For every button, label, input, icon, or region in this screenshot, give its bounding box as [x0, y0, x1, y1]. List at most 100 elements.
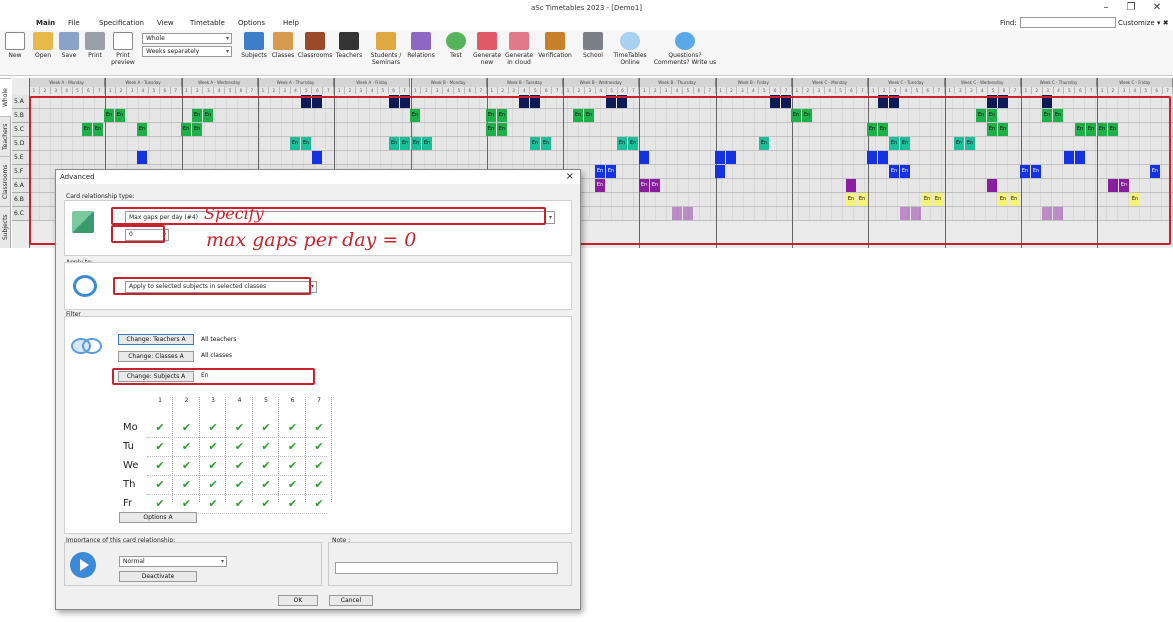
- note-input[interactable]: [335, 562, 558, 574]
- available-check-icon[interactable]: ✔: [283, 478, 303, 492]
- available-check-icon[interactable]: ✔: [230, 459, 250, 473]
- generate-cloud-button[interactable]: Generate in cloud: [502, 30, 536, 66]
- minimize-icon[interactable]: –: [1095, 0, 1117, 16]
- customize-menu[interactable]: Customize ▾ ✖: [1118, 16, 1169, 30]
- tab-subjects[interactable]: Subjects: [0, 206, 11, 248]
- importance-select[interactable]: Normal: [119, 556, 227, 567]
- class-row-label[interactable]: 5.D: [12, 137, 29, 151]
- available-check-icon[interactable]: ✔: [283, 440, 303, 454]
- menu-help[interactable]: Help: [283, 16, 299, 30]
- menu-view[interactable]: View: [157, 16, 174, 30]
- available-check-icon[interactable]: ✔: [150, 497, 170, 511]
- save-button[interactable]: Save: [58, 30, 80, 59]
- school-button[interactable]: School: [578, 30, 608, 59]
- verification-button[interactable]: Verification: [535, 30, 575, 59]
- available-check-icon[interactable]: ✔: [203, 459, 223, 473]
- dialog-close-icon[interactable]: ×: [566, 170, 574, 184]
- day-label[interactable]: We: [123, 460, 138, 471]
- available-check-icon[interactable]: ✔: [203, 497, 223, 511]
- find-input[interactable]: [1020, 17, 1116, 28]
- open-button[interactable]: Open: [30, 30, 56, 59]
- tab-classrooms[interactable]: Classrooms: [0, 156, 11, 206]
- available-check-icon[interactable]: ✔: [203, 421, 223, 435]
- period-number[interactable]: 6: [283, 397, 303, 404]
- deactivate-button[interactable]: Deactivate: [119, 571, 197, 582]
- timetables-online-button[interactable]: TimeTables Online: [611, 30, 649, 66]
- available-check-icon[interactable]: ✔: [150, 478, 170, 492]
- available-check-icon[interactable]: ✔: [230, 478, 250, 492]
- day-label[interactable]: Fr: [123, 498, 132, 509]
- class-row-label[interactable]: 6.B: [12, 193, 29, 207]
- available-check-icon[interactable]: ✔: [177, 421, 197, 435]
- available-check-icon[interactable]: ✔: [150, 459, 170, 473]
- generate-new-button[interactable]: Generate new: [470, 30, 504, 66]
- available-check-icon[interactable]: ✔: [177, 478, 197, 492]
- students-button[interactable]: Students / Seminars: [367, 30, 405, 66]
- day-label[interactable]: Tu: [123, 441, 134, 452]
- available-check-icon[interactable]: ✔: [150, 440, 170, 454]
- questions-button[interactable]: Questions? Comments? Write us: [650, 30, 720, 66]
- period-number[interactable]: 5: [256, 397, 276, 404]
- class-row-label[interactable]: 5.E: [12, 151, 29, 165]
- available-check-icon[interactable]: ✔: [203, 478, 223, 492]
- available-check-icon[interactable]: ✔: [256, 497, 276, 511]
- menu-file[interactable]: File: [68, 16, 80, 30]
- options-button[interactable]: Options A: [119, 512, 197, 523]
- menu-options[interactable]: Options: [238, 16, 265, 30]
- period-number[interactable]: 3: [203, 397, 223, 404]
- teachers-button[interactable]: Teachers: [334, 30, 364, 59]
- relations-button[interactable]: Relations: [405, 30, 437, 59]
- available-check-icon[interactable]: ✔: [256, 440, 276, 454]
- restore-icon[interactable]: ❐: [1120, 0, 1142, 16]
- classrooms-button[interactable]: Classrooms: [297, 30, 333, 59]
- available-check-icon[interactable]: ✔: [150, 421, 170, 435]
- test-button[interactable]: Test: [444, 30, 468, 59]
- period-number[interactable]: 1: [150, 397, 170, 404]
- available-check-icon[interactable]: ✔: [230, 421, 250, 435]
- print-preview-button[interactable]: Print preview: [108, 30, 138, 66]
- period-number[interactable]: 7: [309, 397, 329, 404]
- class-row-label[interactable]: 6.C: [12, 207, 29, 221]
- tab-teachers[interactable]: Teachers: [0, 116, 11, 156]
- available-check-icon[interactable]: ✔: [283, 421, 303, 435]
- print-button[interactable]: Print: [83, 30, 107, 59]
- available-check-icon[interactable]: ✔: [256, 421, 276, 435]
- period-number[interactable]: 4: [230, 397, 250, 404]
- available-check-icon[interactable]: ✔: [256, 478, 276, 492]
- ok-button[interactable]: OK: [278, 595, 318, 606]
- new-button[interactable]: New: [4, 30, 26, 59]
- available-check-icon[interactable]: ✔: [309, 440, 329, 454]
- class-row-label[interactable]: 5.B: [12, 109, 29, 123]
- cancel-button[interactable]: Cancel: [329, 595, 373, 606]
- available-check-icon[interactable]: ✔: [203, 440, 223, 454]
- tab-whole[interactable]: Whole: [0, 78, 11, 116]
- close-window-icon[interactable]: ✕: [1146, 0, 1168, 16]
- weeks-select[interactable]: Weeks separately: [142, 46, 232, 57]
- classes-button[interactable]: Classes: [269, 30, 297, 59]
- available-check-icon[interactable]: ✔: [177, 459, 197, 473]
- available-check-icon[interactable]: ✔: [177, 440, 197, 454]
- available-check-icon[interactable]: ✔: [230, 497, 250, 511]
- change-classes-button[interactable]: Change: Classes A: [118, 351, 194, 362]
- change-teachers-button[interactable]: Change: Teachers A: [118, 334, 194, 345]
- available-check-icon[interactable]: ✔: [309, 478, 329, 492]
- menu-timetable[interactable]: Timetable: [190, 16, 225, 30]
- view-select[interactable]: Whole: [142, 33, 232, 44]
- class-row-label[interactable]: 5.F: [12, 165, 29, 179]
- period-number[interactable]: 2: [177, 397, 197, 404]
- available-check-icon[interactable]: ✔: [256, 459, 276, 473]
- day-label[interactable]: Th: [123, 479, 135, 490]
- subjects-button[interactable]: Subjects: [240, 30, 268, 59]
- day-label[interactable]: Mo: [123, 422, 138, 433]
- available-check-icon[interactable]: ✔: [309, 497, 329, 511]
- menu-main[interactable]: Main: [36, 16, 55, 30]
- available-check-icon[interactable]: ✔: [309, 459, 329, 473]
- available-check-icon[interactable]: ✔: [283, 497, 303, 511]
- class-row-label[interactable]: 6.A: [12, 179, 29, 193]
- available-check-icon[interactable]: ✔: [177, 497, 197, 511]
- available-check-icon[interactable]: ✔: [283, 459, 303, 473]
- class-row-label[interactable]: 5.C: [12, 123, 29, 137]
- class-row-label[interactable]: 5.A: [12, 95, 29, 109]
- menu-specification[interactable]: Specification: [99, 16, 144, 30]
- available-check-icon[interactable]: ✔: [309, 421, 329, 435]
